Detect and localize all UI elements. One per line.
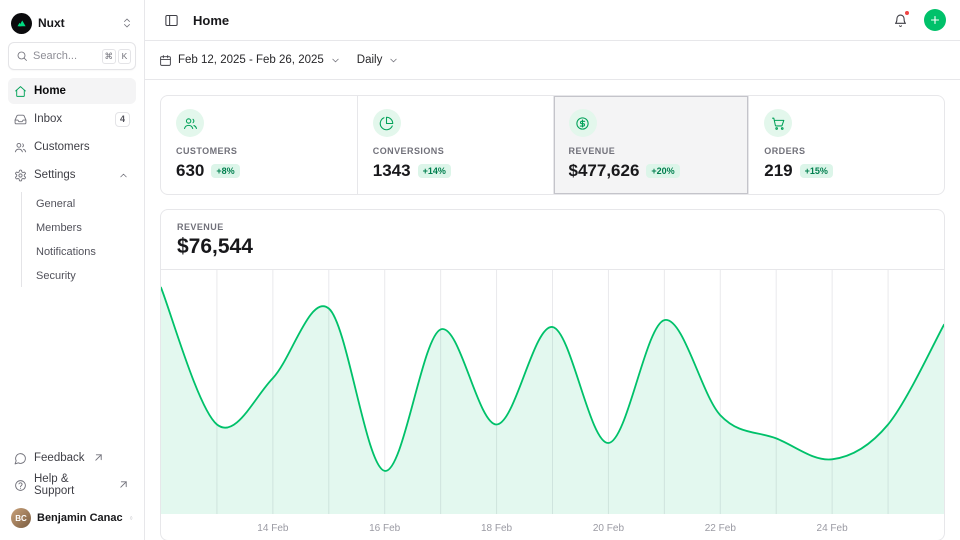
granularity-label: Daily [357, 54, 383, 66]
stat-customers[interactable]: CUSTOMERS 630 +8% [161, 96, 357, 194]
home-icon [14, 85, 27, 98]
team-name: Nuxt [38, 16, 65, 30]
stat-delta-badge: +15% [800, 164, 833, 178]
settings-submenu: General Members Notifications Security [21, 192, 136, 287]
help-support-link[interactable]: Help & Support [8, 472, 136, 498]
kbd-cmd: ⌘ [102, 49, 117, 64]
feedback-label: Feedback [34, 452, 85, 464]
sidebar-item-members[interactable]: Members [31, 216, 136, 239]
chart-title: REVENUE [177, 222, 928, 232]
sidebar-item-notifications[interactable]: Notifications [31, 240, 136, 263]
notification-dot [904, 10, 910, 16]
user-name: Benjamin Canac [37, 512, 123, 524]
content: CUSTOMERS 630 +8% CONVERSIONS 1343 +14% RE… [145, 80, 960, 540]
user-avatar: BC [11, 508, 31, 528]
chevron-down-icon [330, 55, 341, 66]
svg-text:16 Feb: 16 Feb [369, 523, 401, 534]
panel-left-icon [164, 13, 179, 28]
sidebar-item-inbox[interactable]: Inbox 4 [8, 106, 136, 132]
stat-revenue[interactable]: REVENUE $477,626 +20% [553, 96, 749, 194]
date-range-button[interactable]: Feb 12, 2025 - Feb 26, 2025 [159, 54, 341, 67]
sidebar-item-security[interactable]: Security [31, 264, 136, 287]
filters-toolbar: Feb 12, 2025 - Feb 26, 2025 Daily [145, 41, 960, 80]
users-icon [14, 141, 27, 154]
external-link-icon [92, 451, 105, 464]
svg-text:24 Feb: 24 Feb [817, 523, 849, 534]
sidebar: Nuxt Search... ⌘K Home Inbox 4 Customers [0, 0, 145, 540]
svg-text:18 Feb: 18 Feb [481, 523, 513, 534]
message-circle-icon [14, 452, 27, 465]
stat-delta-badge: +8% [211, 164, 239, 178]
dollar-circle-icon [575, 116, 590, 131]
plus-icon [929, 14, 941, 26]
granularity-select[interactable]: Daily [357, 54, 400, 66]
search-icon [16, 50, 28, 62]
help-support-label: Help & Support [34, 473, 110, 497]
inbox-icon [14, 113, 27, 126]
svg-text:20 Feb: 20 Feb [593, 523, 625, 534]
kbd-k: K [118, 49, 131, 64]
team-switcher[interactable]: Nuxt [8, 8, 136, 38]
calendar-icon [159, 54, 172, 67]
stats-row: CUSTOMERS 630 +8% CONVERSIONS 1343 +14% RE… [160, 95, 945, 195]
chevrons-up-down-icon [129, 512, 133, 524]
topbar: Home [145, 0, 960, 41]
revenue-area-chart[interactable]: 14 Feb 16 Feb 18 Feb 20 Feb 22 Feb 24 Feb [161, 270, 944, 540]
stat-delta-badge: +14% [418, 164, 451, 178]
svg-text:22 Feb: 22 Feb [705, 523, 737, 534]
stat-label: CONVERSIONS [373, 146, 538, 156]
stat-value: 1343 [373, 161, 411, 181]
external-link-icon [117, 478, 130, 491]
chevron-down-icon [388, 55, 399, 66]
sidebar-nav: Home Inbox 4 Customers Settings General … [8, 78, 136, 287]
stat-label: REVENUE [569, 146, 734, 156]
notifications-button[interactable] [888, 8, 912, 32]
search-shortcut: ⌘K [102, 49, 132, 64]
chevron-up-icon [117, 170, 130, 181]
stat-delta-badge: +20% [646, 164, 679, 178]
help-circle-icon [14, 479, 27, 492]
svg-text:14 Feb: 14 Feb [257, 523, 289, 534]
sidebar-item-customers[interactable]: Customers [8, 134, 136, 160]
sidebar-collapse-button[interactable] [159, 8, 183, 32]
sidebar-item-label: Settings [34, 169, 76, 181]
sidebar-footer: Feedback Help & Support BC Benjamin Cana… [8, 445, 136, 532]
inbox-count-badge: 4 [115, 112, 130, 127]
stat-value: $477,626 [569, 161, 640, 181]
stat-value: 219 [764, 161, 792, 181]
sidebar-item-home[interactable]: Home [8, 78, 136, 104]
page-title: Home [193, 13, 229, 28]
stat-value: 630 [176, 161, 204, 181]
nuxt-logo-icon [11, 13, 32, 34]
sidebar-item-label: Home [34, 85, 66, 97]
search-input[interactable]: Search... ⌘K [8, 42, 136, 70]
stat-orders[interactable]: ORDERS 219 +15% [748, 96, 944, 194]
search-placeholder: Search... [33, 50, 77, 62]
date-range-label: Feb 12, 2025 - Feb 26, 2025 [178, 54, 324, 66]
sidebar-item-general[interactable]: General [31, 192, 136, 215]
sidebar-item-label: Inbox [34, 113, 62, 125]
user-menu[interactable]: BC Benjamin Canac [8, 504, 136, 532]
chevrons-up-down-icon [121, 17, 133, 29]
chart-total-value: $76,544 [177, 235, 928, 259]
pie-chart-icon [379, 116, 394, 131]
feedback-link[interactable]: Feedback [8, 445, 136, 471]
shopping-cart-icon [771, 116, 786, 131]
sidebar-item-settings[interactable]: Settings [8, 162, 136, 188]
app-window: Nuxt Search... ⌘K Home Inbox 4 Customers [0, 0, 960, 540]
main-area: Home Feb 12, 2025 - Feb 26, 2025 Daily [145, 0, 960, 540]
sidebar-item-label: Customers [34, 141, 90, 153]
revenue-chart-card: REVENUE $76,544 14 Feb 16 Feb 18 Feb 20 Feb… [160, 209, 945, 540]
stat-conversions[interactable]: CONVERSIONS 1343 +14% [357, 96, 553, 194]
stat-label: CUSTOMERS [176, 146, 342, 156]
stat-label: ORDERS [764, 146, 929, 156]
users-icon [183, 116, 198, 131]
add-button[interactable] [924, 9, 946, 31]
gear-icon [14, 169, 27, 182]
